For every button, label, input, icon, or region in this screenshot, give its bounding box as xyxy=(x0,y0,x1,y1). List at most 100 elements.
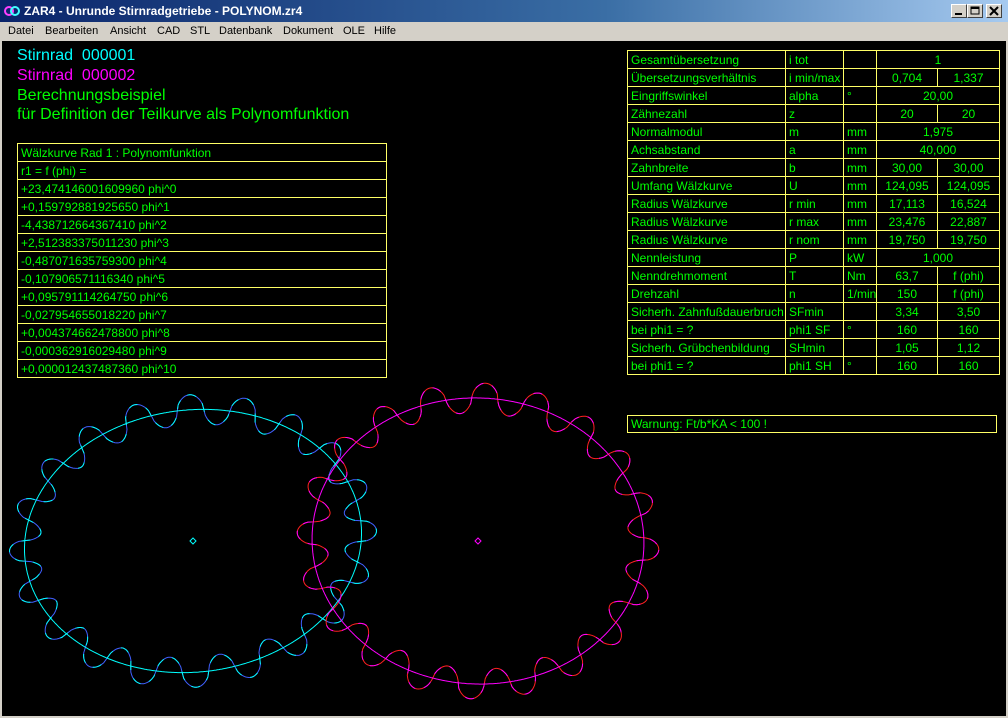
result-value: 1,000 xyxy=(876,248,1000,267)
result-name: Drehzahl xyxy=(627,284,786,303)
result-row: Radius Wälzkurve r nom mm 19,750 19,750 xyxy=(627,230,1000,249)
result-symbol: P xyxy=(785,248,844,267)
menu-ole[interactable]: OLE xyxy=(343,25,365,37)
result-row: Nenndrehmoment T Nm 63,7 f (phi) xyxy=(627,266,1000,285)
gear1-id: 000001 xyxy=(81,47,136,64)
result-value-gear2: f (phi) xyxy=(937,284,1000,303)
result-name: Gesamtübersetzung xyxy=(627,50,786,69)
result-value-gear2: 1,12 xyxy=(937,338,1000,357)
menu-cad[interactable]: CAD xyxy=(157,25,180,37)
result-value-gear1: 19,750 xyxy=(876,230,938,249)
result-value-gear1: 150 xyxy=(876,284,938,303)
result-value-gear1: 1,05 xyxy=(876,338,938,357)
result-unit xyxy=(843,302,877,321)
result-unit: mm xyxy=(843,122,877,141)
gear1-center-mark xyxy=(189,537,197,545)
result-row: bei phi1 = ? phi1 SH ° 160 160 xyxy=(627,356,1000,375)
gear2-center-mark xyxy=(474,537,482,545)
result-value-gear2: 19,750 xyxy=(937,230,1000,249)
result-unit: mm xyxy=(843,176,877,195)
result-name: Sicherh. Zahnfußdauerbruch xyxy=(627,302,786,321)
result-symbol: a xyxy=(785,140,844,159)
polynomial-term-row: -0,000362916029480 phi^9 xyxy=(17,341,387,360)
result-unit: Nm xyxy=(843,266,877,285)
polynomial-term: +0,000012437487360 phi^10 xyxy=(17,359,387,378)
polynomial-term: -0,027954655018220 phi^7 xyxy=(17,305,387,324)
result-name: Sicherh. Grübchenbildung xyxy=(627,338,786,357)
polynomial-term: -0,487071635759300 phi^4 xyxy=(17,251,387,270)
gear1-header: Stirnrad 000001 xyxy=(17,47,135,65)
result-symbol: m xyxy=(785,122,844,141)
result-symbol: SHmin xyxy=(785,338,844,357)
menu-dokument[interactable]: Dokument xyxy=(283,25,333,37)
result-symbol: z xyxy=(785,104,844,123)
result-name: Zähnezahl xyxy=(627,104,786,123)
result-symbol: SFmin xyxy=(785,302,844,321)
result-row: Drehzahl n 1/min 150 f (phi) xyxy=(627,284,1000,303)
result-value-gear1: 30,00 xyxy=(876,158,938,177)
result-row: Achsabstand a mm 40,000 xyxy=(627,140,1000,159)
result-value-gear1: 0,704 xyxy=(876,68,938,87)
gear1-tooth-flank xyxy=(8,394,378,688)
menu-bearbeiten[interactable]: Bearbeiten xyxy=(45,25,98,37)
polynomial-term: +23,474146001609960 phi^0 xyxy=(17,179,387,198)
polynomial-term: +0,004374662478800 phi^8 xyxy=(17,323,387,342)
gear2-tooth-flank xyxy=(296,382,660,700)
polynomial-formula-row: r1 = f (phi) = xyxy=(17,161,387,180)
menu-bar: Datei Bearbeiten Ansicht CAD STL Datenba… xyxy=(0,22,1008,41)
menu-datenbank[interactable]: Datenbank xyxy=(219,25,272,37)
maximize-button[interactable] xyxy=(967,4,983,18)
result-row: Übersetzungsverhältnis i min/max 0,704 1,33… xyxy=(627,68,1000,87)
gear2-label: Stirnrad xyxy=(17,67,74,84)
menu-datei[interactable]: Datei xyxy=(8,25,34,37)
result-symbol: r nom xyxy=(785,230,844,249)
menu-hilfe[interactable]: Hilfe xyxy=(374,25,396,37)
polynomial-table: Wälzkurve Rad 1 : Polynomfunktion r1 = f… xyxy=(17,143,387,378)
result-unit xyxy=(843,50,877,69)
result-value-gear2: 160 xyxy=(937,356,1000,375)
result-value: 1 xyxy=(876,50,1000,69)
result-value-gear2: 160 xyxy=(937,320,1000,339)
result-value-gear2: 3,50 xyxy=(937,302,1000,321)
drawing-canvas[interactable]: Stirnrad 000001 Stirnrad 000002 Berechnu… xyxy=(2,41,1006,716)
result-unit: mm xyxy=(843,212,877,231)
results-table: Gesamtübersetzung i tot 1 Übersetzungsverhä… xyxy=(627,50,1000,375)
result-unit xyxy=(843,338,877,357)
result-unit: ° xyxy=(843,320,877,339)
result-symbol: T xyxy=(785,266,844,285)
polynomial-term: +0,159792881925650 phi^1 xyxy=(17,197,387,216)
polynomial-term-row: -0,487071635759300 phi^4 xyxy=(17,251,387,270)
description-line-2: für Definition der Teilkurve als Polynom… xyxy=(17,106,350,123)
menu-stl[interactable]: STL xyxy=(190,25,210,37)
close-icon xyxy=(989,6,999,16)
maximize-icon xyxy=(970,6,980,15)
result-row: Sicherh. Grübchenbildung SHmin 1,05 1,12 xyxy=(627,338,1000,357)
result-name: Zahnbreite xyxy=(627,158,786,177)
result-symbol: r min xyxy=(785,194,844,213)
polynomial-term-row: +23,474146001609960 phi^0 xyxy=(17,179,387,198)
polynomial-formula: r1 = f (phi) = xyxy=(17,161,387,180)
result-value-gear2: 22,887 xyxy=(937,212,1000,231)
result-row: Radius Wälzkurve r max mm 23,476 22,887 xyxy=(627,212,1000,231)
title-bar[interactable]: ZAR4 - Unrunde Stirnradgetriebe - POLYNO… xyxy=(0,0,1008,22)
result-row: Sicherh. Zahnfußdauerbruch SFmin 3,34 3,50 xyxy=(627,302,1000,321)
polynomial-term: +0,095791114264750 phi^6 xyxy=(17,287,387,306)
result-row: Zahnbreite b mm 30,00 30,00 xyxy=(627,158,1000,177)
result-unit: ° xyxy=(843,356,877,375)
gear1-label: Stirnrad xyxy=(17,47,74,64)
menu-ansicht[interactable]: Ansicht xyxy=(110,25,146,37)
result-name: Radius Wälzkurve xyxy=(627,230,786,249)
app-icon xyxy=(4,6,20,16)
result-unit: mm xyxy=(843,140,877,159)
minimize-button[interactable] xyxy=(951,4,967,18)
polynomial-term-row: -4,438712664367410 phi^2 xyxy=(17,215,387,234)
result-name: Radius Wälzkurve xyxy=(627,212,786,231)
result-unit: ° xyxy=(843,86,877,105)
close-button[interactable] xyxy=(986,4,1002,18)
result-value-gear1: 20 xyxy=(876,104,938,123)
result-value-gear1: 17,113 xyxy=(876,194,938,213)
result-unit xyxy=(843,104,877,123)
result-value-gear1: 160 xyxy=(876,356,938,375)
result-symbol: r max xyxy=(785,212,844,231)
result-row: Umfang Wälzkurve Umm 124,095 124,095 xyxy=(627,176,1000,195)
